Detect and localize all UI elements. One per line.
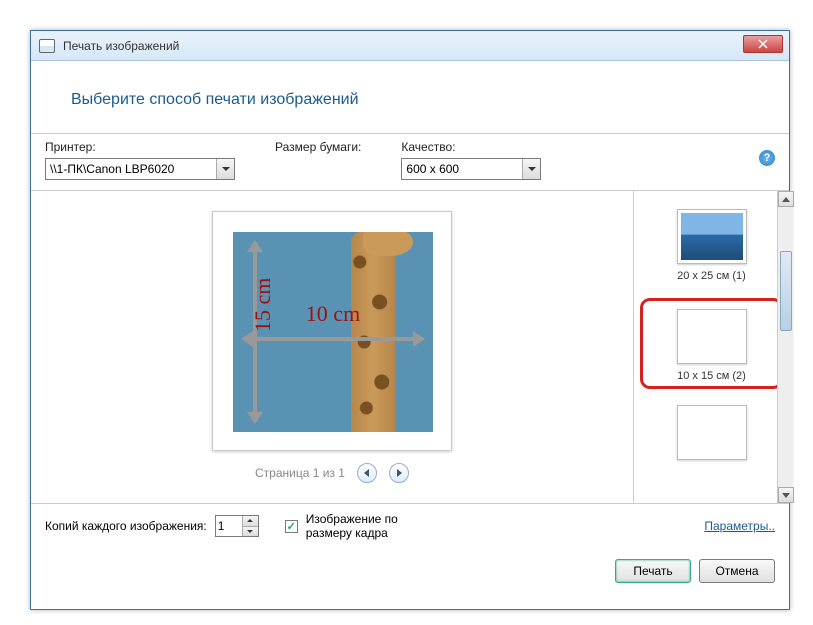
dialog-heading: Выберите способ печати изображений — [31, 61, 789, 133]
prev-page-button[interactable] — [357, 463, 377, 483]
preview-pane: 15 cm 10 cm Страница 1 из 1 — [31, 191, 633, 503]
next-page-button[interactable] — [389, 463, 409, 483]
bottom-bar: Копий каждого изображения: Изображение п… — [31, 503, 789, 548]
scrollbar[interactable] — [777, 191, 793, 503]
close-button[interactable] — [743, 35, 783, 53]
page-preview: 15 cm 10 cm — [212, 211, 452, 451]
printer-icon — [39, 39, 55, 53]
horizontal-dimension: 10 cm — [243, 327, 423, 351]
layout-label: 10 x 15 см (2) — [677, 370, 746, 382]
dialog-buttons: Печать Отмена — [31, 548, 789, 593]
titlebar: Печать изображений — [31, 31, 789, 61]
copies-label: Копий каждого изображения: — [45, 519, 207, 533]
spin-down-button[interactable] — [242, 527, 258, 537]
dim-v-text: 15 cm — [250, 278, 276, 332]
layout-option-2[interactable]: 10 x 15 см (2) — [649, 309, 774, 382]
print-dialog: Печать изображений Выберите способ печат… — [30, 30, 790, 610]
close-icon — [758, 39, 768, 49]
copies-input[interactable] — [216, 519, 242, 533]
page-info: Страница 1 из 1 — [255, 466, 345, 480]
print-button[interactable]: Печать — [615, 559, 691, 583]
quality-label: Качество: — [401, 140, 541, 154]
scroll-down-button[interactable] — [778, 487, 794, 503]
pager: Страница 1 из 1 — [255, 463, 409, 483]
chevron-down-icon — [216, 159, 234, 179]
printer-value: \\1-ПК\Canon LBP6020 — [50, 162, 174, 176]
selected-highlight: 10 x 15 см (2) — [640, 298, 783, 389]
layout-option-3[interactable] — [646, 405, 777, 460]
layout-label: 20 x 25 см (1) — [677, 270, 746, 282]
quality-value: 600 x 600 — [406, 162, 459, 176]
printer-combo[interactable]: \\1-ПК\Canon LBP6020 — [45, 158, 235, 180]
fit-label: Изображение по размеру кадра — [306, 512, 426, 540]
paper-size-label: Размер бумаги: — [275, 140, 361, 154]
options-bar: Принтер: \\1-ПК\Canon LBP6020 Размер бум… — [31, 133, 789, 191]
quality-combo[interactable]: 600 x 600 — [401, 158, 541, 180]
cancel-button[interactable]: Отмена — [699, 559, 775, 583]
layout-option-1[interactable]: 20 x 25 см (1) — [646, 209, 777, 282]
scroll-thumb[interactable] — [780, 251, 792, 331]
dim-h-text: 10 cm — [306, 301, 360, 327]
copies-spinner[interactable] — [215, 515, 259, 537]
help-icon[interactable]: ? — [759, 150, 775, 166]
layout-sidebar: 20 x 25 см (1) 10 x 15 см (2) — [633, 191, 789, 503]
parameters-link[interactable]: Параметры.. — [704, 519, 775, 533]
window-title: Печать изображений — [63, 39, 179, 53]
spin-up-button[interactable] — [242, 516, 258, 527]
chevron-down-icon — [522, 159, 540, 179]
scroll-up-button[interactable] — [778, 191, 794, 207]
printer-label: Принтер: — [45, 140, 235, 154]
photo-preview: 15 cm 10 cm — [233, 232, 433, 432]
fit-checkbox[interactable] — [285, 520, 298, 533]
